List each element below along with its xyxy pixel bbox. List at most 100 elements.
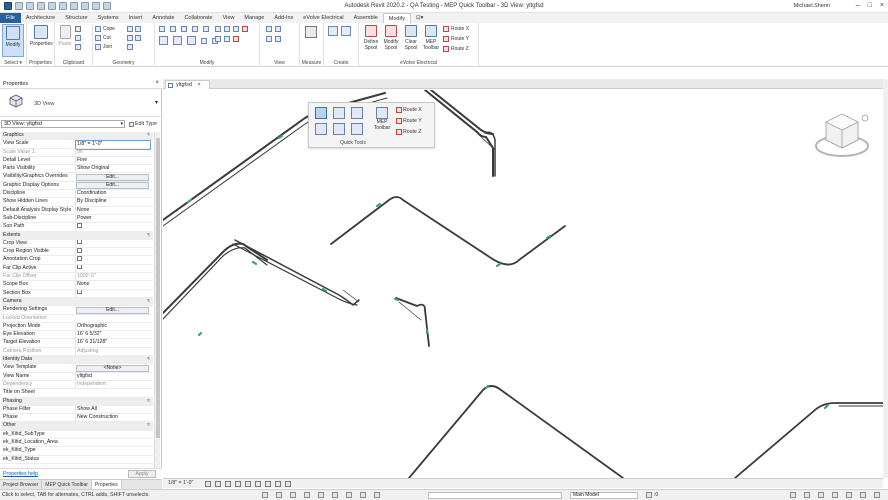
design-options-icon[interactable] — [290, 492, 296, 498]
status-icon-4[interactable] — [832, 492, 838, 498]
ribbon-tab-[interactable]: ⊡▾ — [411, 13, 428, 23]
rotate-icon[interactable] — [187, 36, 196, 45]
properties-help-link[interactable]: Properties help — [3, 471, 38, 477]
ribbon-tab-collaborate[interactable]: Collaborate — [179, 13, 217, 23]
cut-clip-icon[interactable] — [75, 26, 81, 32]
sun-path-icon[interactable] — [225, 481, 231, 487]
panel-select-label[interactable]: Select ▾ — [0, 60, 26, 66]
property-category[interactable]: Identity Data ≈ — [1, 356, 153, 365]
property-value[interactable]: 16' 6 5/32" — [75, 331, 151, 339]
align-icon[interactable] — [159, 26, 165, 32]
mep-toolbar-button[interactable]: MEP Toolbar — [421, 24, 441, 57]
select-pinned-icon[interactable] — [332, 492, 338, 498]
collapse-icon[interactable]: ≈ — [147, 232, 150, 240]
conduit-run-4[interactable] — [330, 196, 566, 266]
collapse-icon[interactable]: ≈ — [147, 422, 150, 430]
isolate-icon[interactable] — [275, 36, 281, 42]
cut-button[interactable]: Cut — [95, 35, 111, 41]
override-icon[interactable] — [275, 26, 281, 32]
property-edit-button[interactable]: <None> — [76, 364, 149, 372]
user-name[interactable]: Michael.Shenn — [794, 3, 830, 9]
unpin-icon[interactable] — [215, 36, 221, 42]
apply-button[interactable]: Apply — [128, 470, 156, 478]
worksets-icon[interactable] — [262, 492, 268, 498]
offset-tool-icon[interactable] — [351, 107, 363, 119]
property-value[interactable]: By Discipline — [75, 198, 151, 206]
property-checkbox[interactable] — [77, 289, 82, 295]
measure-tool[interactable] — [305, 26, 317, 38]
property-category[interactable]: Phasing ≈ — [1, 397, 153, 406]
mirror-draw-icon[interactable] — [192, 26, 198, 32]
viewcube[interactable] — [810, 108, 874, 164]
drag-on-select-icon[interactable] — [360, 492, 366, 498]
background-process-icon[interactable] — [374, 492, 380, 498]
maximize-icon[interactable]: □ — [868, 2, 872, 9]
trim-tool-icon[interactable] — [333, 123, 345, 135]
workset-selector[interactable] — [428, 492, 562, 499]
geometry-tool-2[interactable] — [127, 35, 141, 41]
collapse-icon[interactable]: ≈ — [147, 356, 150, 364]
ribbon-tab-structure[interactable]: Structure — [60, 13, 92, 23]
visual-style-icon[interactable] — [215, 481, 221, 487]
cope-button[interactable]: Cope — [95, 26, 115, 32]
property-value[interactable]: 16' 6 31/128" — [75, 339, 151, 347]
close-icon[interactable]: × — [880, 2, 884, 9]
ribbon-tab-insert[interactable]: Insert — [124, 13, 148, 23]
minimize-icon[interactable]: – — [856, 2, 860, 9]
editable-only-icon[interactable] — [276, 492, 282, 498]
lock-view-icon[interactable] — [265, 481, 271, 487]
type-selector[interactable]: 3D View ▾ — [0, 89, 162, 117]
palette-tab-project-browser[interactable]: Project Browser — [0, 480, 43, 489]
ribbon-tab-architecture[interactable]: Architecture — [21, 13, 60, 23]
property-value[interactable]: yltgfsd — [75, 372, 151, 381]
property-value[interactable]: None — [75, 281, 151, 289]
model-selector[interactable]: Main Model — [570, 492, 638, 499]
ribbon-tab-evolve-electrical[interactable]: eVolve Electrical — [298, 13, 348, 23]
copy-icon[interactable] — [173, 36, 182, 45]
instance-selector[interactable]: 3D View: yltgfsd ▾ — [1, 120, 125, 128]
linework-icon[interactable] — [266, 36, 272, 42]
create-assembly-icon[interactable] — [341, 26, 351, 36]
edit-type-button[interactable]: Edit Type — [129, 119, 157, 129]
route-y-button[interactable]: Route Y — [443, 36, 469, 42]
reveal-hidden-icon[interactable] — [285, 481, 291, 487]
conduit-run-5[interactable] — [395, 297, 430, 347]
property-checkbox[interactable] — [77, 223, 82, 228]
array-icon[interactable] — [215, 26, 221, 32]
ribbon-tab-view[interactable]: View — [218, 13, 240, 23]
status-icon-1[interactable] — [790, 492, 796, 498]
property-value[interactable]: New Construction — [75, 414, 151, 422]
paste-button[interactable]: Paste — [57, 24, 73, 57]
conduit-run-2[interactable] — [424, 90, 496, 177]
show-crop-icon[interactable] — [255, 481, 261, 487]
scale-icon[interactable] — [224, 26, 230, 32]
property-checkbox[interactable] — [77, 239, 82, 245]
join-button[interactable]: Join — [95, 44, 112, 50]
move-icon[interactable] — [159, 36, 168, 45]
property-value[interactable]: Fine — [75, 156, 151, 165]
delete-small-icon[interactable] — [233, 36, 239, 42]
shadows-icon[interactable] — [235, 481, 241, 487]
properties-scrollbar[interactable] — [154, 132, 160, 476]
close-icon[interactable]: × — [155, 80, 159, 86]
select-tool-icon[interactable] — [315, 107, 327, 119]
status-icon-2[interactable] — [804, 492, 810, 498]
quick-route-x-button[interactable]: Route X — [396, 107, 422, 113]
quick-route-y-button[interactable]: Route Y — [396, 118, 422, 124]
scrollbar-thumb[interactable] — [156, 138, 160, 438]
property-value[interactable]: Show Original — [75, 165, 151, 173]
view-tab[interactable]: yltgfsd × — [165, 80, 210, 89]
drawing-canvas[interactable] — [163, 90, 883, 478]
property-checkbox[interactable] — [77, 256, 82, 262]
offset-icon[interactable] — [170, 26, 176, 32]
property-checkbox[interactable] — [77, 248, 82, 253]
ribbon-tab-add-ins[interactable]: Add-Ins — [269, 13, 298, 23]
ribbon-tab-annotate[interactable]: Annotate — [147, 13, 179, 23]
property-edit-button[interactable]: Edit... — [76, 173, 149, 181]
route-x-button[interactable]: Route X — [443, 26, 469, 32]
view-scale[interactable]: 1/8" = 1'-0" — [168, 480, 193, 486]
ribbon-tab-file[interactable]: File — [0, 13, 21, 23]
property-value[interactable]: Orthographic — [75, 322, 151, 331]
split-tool-icon[interactable] — [315, 123, 327, 135]
property-value[interactable]: Coordination — [75, 190, 151, 198]
